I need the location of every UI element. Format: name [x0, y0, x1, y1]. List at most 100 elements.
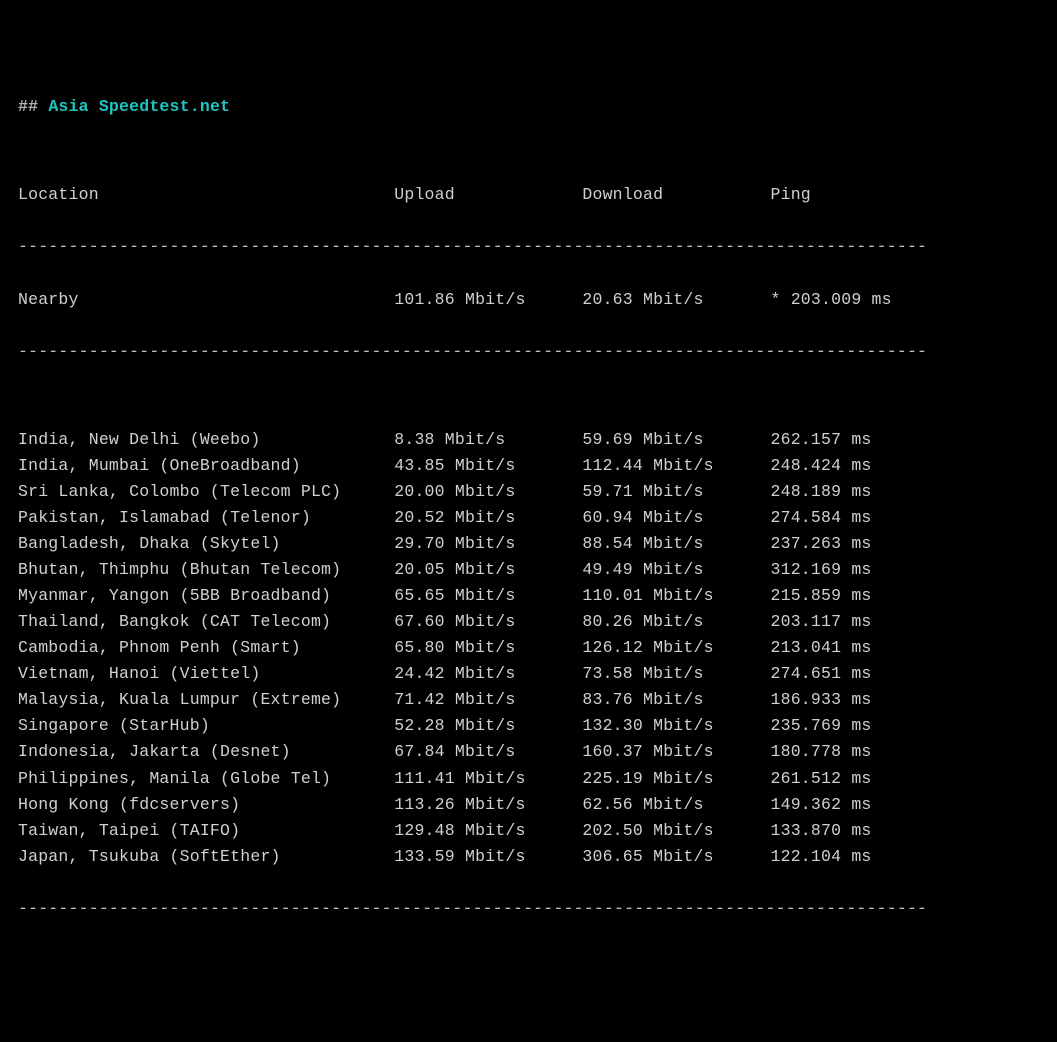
table-row: Hong Kong (fdcservers)113.26 Mbit/s62.56…: [18, 792, 1039, 818]
cell-location: Vietnam, Hanoi (Viettel): [18, 661, 394, 687]
cell-location: Malaysia, Kuala Lumpur (Extreme): [18, 687, 394, 713]
header-download: Download: [582, 182, 770, 208]
cell-download: 160.37 Mbit/s: [582, 739, 770, 765]
cell-ping: 215.859 ms: [771, 583, 910, 609]
cell-location: India, New Delhi (Weebo): [18, 427, 394, 453]
cell-location: Sri Lanka, Colombo (Telecom PLC): [18, 479, 394, 505]
divider: ----------------------------------------…: [18, 234, 1039, 260]
cell-location: India, Mumbai (OneBroadband): [18, 453, 394, 479]
cell-ping: 274.651 ms: [771, 661, 910, 687]
cell-ping: 237.263 ms: [771, 531, 910, 557]
cell-location: Singapore (StarHub): [18, 713, 394, 739]
cell-upload: 20.05 Mbit/s: [394, 557, 582, 583]
cell-ping: 180.778 ms: [771, 739, 910, 765]
table-body: India, New Delhi (Weebo)8.38 Mbit/s59.69…: [18, 427, 1039, 870]
cell-download: 80.26 Mbit/s: [582, 609, 770, 635]
cell-download: 225.19 Mbit/s: [582, 766, 770, 792]
cell-upload: 24.42 Mbit/s: [394, 661, 582, 687]
table-row: Bangladesh, Dhaka (Skytel)29.70 Mbit/s88…: [18, 531, 1039, 557]
header-upload: Upload: [394, 182, 582, 208]
cell-location: Pakistan, Islamabad (Telenor): [18, 505, 394, 531]
cell-upload: 52.28 Mbit/s: [394, 713, 582, 739]
cell-ping: 261.512 ms: [771, 766, 910, 792]
cell-location: Hong Kong (fdcservers): [18, 792, 394, 818]
cell-ping: 235.769 ms: [771, 713, 910, 739]
cell-ping: 262.157 ms: [771, 427, 910, 453]
table-row: Thailand, Bangkok (CAT Telecom)67.60 Mbi…: [18, 609, 1039, 635]
nearby-location: Nearby: [18, 287, 394, 313]
cell-download: 60.94 Mbit/s: [582, 505, 770, 531]
cell-location: Indonesia, Jakarta (Desnet): [18, 739, 394, 765]
cell-download: 112.44 Mbit/s: [582, 453, 770, 479]
cell-upload: 29.70 Mbit/s: [394, 531, 582, 557]
cell-location: Bhutan, Thimphu (Bhutan Telecom): [18, 557, 394, 583]
cell-upload: 8.38 Mbit/s: [394, 427, 582, 453]
table-row: India, New Delhi (Weebo)8.38 Mbit/s59.69…: [18, 427, 1039, 453]
cell-ping: 133.870 ms: [771, 818, 910, 844]
cell-location: Thailand, Bangkok (CAT Telecom): [18, 609, 394, 635]
cell-download: 202.50 Mbit/s: [582, 818, 770, 844]
nearby-ping: * 203.009 ms: [771, 287, 910, 313]
cell-download: 110.01 Mbit/s: [582, 583, 770, 609]
cell-upload: 67.60 Mbit/s: [394, 609, 582, 635]
table-row: Cambodia, Phnom Penh (Smart)65.80 Mbit/s…: [18, 635, 1039, 661]
table-row: Sri Lanka, Colombo (Telecom PLC)20.00 Mb…: [18, 479, 1039, 505]
cell-upload: 111.41 Mbit/s: [394, 766, 582, 792]
cell-download: 88.54 Mbit/s: [582, 531, 770, 557]
cell-ping: 213.041 ms: [771, 635, 910, 661]
table-row: Japan, Tsukuba (SoftEther)133.59 Mbit/s3…: [18, 844, 1039, 870]
cell-download: 306.65 Mbit/s: [582, 844, 770, 870]
table-row: Vietnam, Hanoi (Viettel)24.42 Mbit/s73.5…: [18, 661, 1039, 687]
table-row: India, Mumbai (OneBroadband)43.85 Mbit/s…: [18, 453, 1039, 479]
cell-download: 126.12 Mbit/s: [582, 635, 770, 661]
cell-upload: 65.65 Mbit/s: [394, 583, 582, 609]
cell-location: Taiwan, Taipei (TAIFO): [18, 818, 394, 844]
cell-download: 49.49 Mbit/s: [582, 557, 770, 583]
cell-upload: 67.84 Mbit/s: [394, 739, 582, 765]
table-row: Indonesia, Jakarta (Desnet)67.84 Mbit/s1…: [18, 739, 1039, 765]
table-row: Myanmar, Yangon (5BB Broadband)65.65 Mbi…: [18, 583, 1039, 609]
cell-download: 62.56 Mbit/s: [582, 792, 770, 818]
cell-download: 83.76 Mbit/s: [582, 687, 770, 713]
table-row: Singapore (StarHub)52.28 Mbit/s132.30 Mb…: [18, 713, 1039, 739]
table-row: Taiwan, Taipei (TAIFO)129.48 Mbit/s202.5…: [18, 818, 1039, 844]
cell-location: Myanmar, Yangon (5BB Broadband): [18, 583, 394, 609]
cell-download: 73.58 Mbit/s: [582, 661, 770, 687]
cell-ping: 203.117 ms: [771, 609, 910, 635]
divider: ----------------------------------------…: [18, 896, 1039, 922]
cell-ping: 248.189 ms: [771, 479, 910, 505]
cell-download: 132.30 Mbit/s: [582, 713, 770, 739]
cell-upload: 71.42 Mbit/s: [394, 687, 582, 713]
title-text: Asia Speedtest.net: [48, 97, 230, 116]
divider: ----------------------------------------…: [18, 339, 1039, 365]
cell-location: Cambodia, Phnom Penh (Smart): [18, 635, 394, 661]
table-header-row: LocationUploadDownloadPing: [18, 182, 1039, 208]
nearby-upload: 101.86 Mbit/s: [394, 287, 582, 313]
cell-upload: 43.85 Mbit/s: [394, 453, 582, 479]
cell-ping: 274.584 ms: [771, 505, 910, 531]
cell-upload: 133.59 Mbit/s: [394, 844, 582, 870]
cell-upload: 20.00 Mbit/s: [394, 479, 582, 505]
nearby-download: 20.63 Mbit/s: [582, 287, 770, 313]
cell-location: Bangladesh, Dhaka (Skytel): [18, 531, 394, 557]
table-row: Philippines, Manila (Globe Tel)111.41 Mb…: [18, 766, 1039, 792]
table-row: Pakistan, Islamabad (Telenor)20.52 Mbit/…: [18, 505, 1039, 531]
cell-upload: 20.52 Mbit/s: [394, 505, 582, 531]
cell-location: Philippines, Manila (Globe Tel): [18, 766, 394, 792]
cell-ping: 312.169 ms: [771, 557, 910, 583]
header-ping: Ping: [771, 182, 910, 208]
table-row: Bhutan, Thimphu (Bhutan Telecom)20.05 Mb…: [18, 557, 1039, 583]
cell-ping: 186.933 ms: [771, 687, 910, 713]
table-row: Malaysia, Kuala Lumpur (Extreme)71.42 Mb…: [18, 687, 1039, 713]
cell-ping: 149.362 ms: [771, 792, 910, 818]
section-title: ## Asia Speedtest.net: [18, 94, 1039, 120]
header-location: Location: [18, 182, 394, 208]
cell-upload: 113.26 Mbit/s: [394, 792, 582, 818]
cell-upload: 65.80 Mbit/s: [394, 635, 582, 661]
cell-location: Japan, Tsukuba (SoftEther): [18, 844, 394, 870]
cell-ping: 122.104 ms: [771, 844, 910, 870]
cell-upload: 129.48 Mbit/s: [394, 818, 582, 844]
cell-download: 59.69 Mbit/s: [582, 427, 770, 453]
nearby-row: Nearby101.86 Mbit/s20.63 Mbit/s* 203.009…: [18, 287, 1039, 313]
cell-download: 59.71 Mbit/s: [582, 479, 770, 505]
